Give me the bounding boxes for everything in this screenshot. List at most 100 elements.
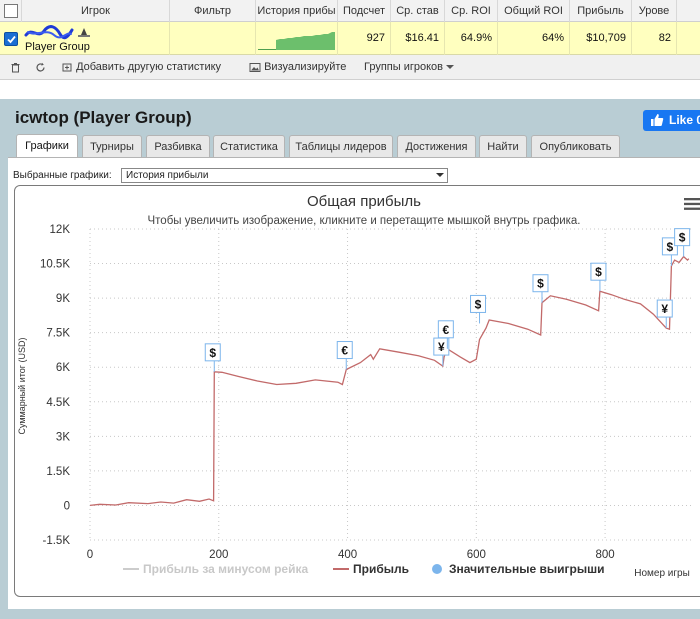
refresh-icon: [36, 62, 45, 72]
image-icon: [249, 62, 261, 72]
profit-chart[interactable]: -1.5K 0 1.5K 3K 4.5K 6K 7.5K 9K 10.5K 12K 0 200 400…: [15, 186, 700, 598]
add-stats-button[interactable]: Добавить другую статистику: [62, 56, 221, 78]
big-win-marker-symbol: $: [475, 297, 482, 311]
legend-big-wins-swatch: [432, 564, 442, 574]
legend-big-wins-label: Значительные выигрыши: [449, 562, 605, 576]
big-win-marker-symbol: €: [341, 344, 348, 358]
tab-publish[interactable]: Опубликовать: [531, 135, 620, 157]
chart-container[interactable]: -1.5K 0 1.5K 3K 4.5K 6K 7.5K 9K 10.5K 12K 0 200 400…: [14, 185, 700, 597]
chart-x-tick-label: 0: [87, 549, 93, 561]
chart-x-tick-label: 200: [209, 549, 228, 561]
chart-y-tick-label: 3K: [56, 431, 70, 443]
chart-y-tick-label: 10.5K: [40, 259, 70, 271]
legend-rake-label: Прибыль за минусом рейка: [143, 562, 308, 576]
selected-charts-label: Выбранные графики:: [13, 170, 112, 181]
trash-icon: [11, 62, 20, 73]
filter-cell[interactable]: [170, 22, 256, 55]
chart-y-tick-label: -1.5K: [43, 535, 71, 547]
profit-sparkline[interactable]: [258, 31, 336, 51]
fb-like-button[interactable]: Like 0: [643, 110, 700, 131]
chart-x-tick-label: 400: [338, 549, 357, 561]
chart-y-tick-label: 4.5K: [46, 397, 70, 409]
big-win-marker-symbol: $: [667, 240, 674, 254]
chart-y-tick-label: 1.5K: [46, 466, 70, 478]
chart-y-axis-label: Суммарный итог (USD): [17, 337, 27, 434]
redacted-scribble-icon: [24, 25, 74, 40]
select-all-checkbox[interactable]: [4, 4, 18, 18]
row-checkbox[interactable]: [4, 32, 18, 46]
avg-stake-cell: $16.41: [391, 22, 445, 55]
tab-tournaments[interactable]: Турниры: [82, 135, 142, 157]
tab-statistics[interactable]: Статистика: [213, 135, 285, 157]
header-player[interactable]: Игрок: [22, 0, 170, 22]
header-filter[interactable]: Фильтр: [170, 0, 256, 22]
chevron-down-icon: [446, 65, 455, 70]
chart-subtitle: Чтобы увеличить изображение, кликните и …: [148, 215, 581, 227]
chart-x-tick-label: 600: [467, 549, 486, 561]
big-win-marker-symbol: €: [442, 323, 449, 337]
header-profit[interactable]: Прибыль: [570, 0, 632, 22]
avg-roi-cell: 64.9%: [445, 22, 498, 55]
header-total-roi[interactable]: Общий ROI: [498, 0, 570, 22]
big-win-marker-symbol: $: [209, 346, 216, 360]
add-stats-icon: [62, 63, 72, 72]
chart-select[interactable]: История прибыли: [121, 168, 448, 183]
page-title: icwtop (Player Group): [15, 108, 192, 127]
chart-y-ticks: -1.5K 0 1.5K 3K 4.5K 6K 7.5K 9K 10.5K 12K: [40, 224, 70, 547]
level-cell: 82: [632, 22, 677, 55]
visualize-button[interactable]: Визуализируйте: [249, 56, 346, 78]
tab-breakdown[interactable]: Разбивка: [146, 135, 210, 157]
chart-series: [89, 255, 690, 507]
fb-like-label: Like 0: [669, 113, 700, 127]
chart-markers: $ € ¥ € $ $ $ ¥ $ $: [204, 228, 691, 372]
chart-x-ticks: 0 200 400 600 800: [87, 549, 615, 561]
profit-cell: $10,709: [570, 22, 632, 55]
tab-leaderboards[interactable]: Таблицы лидеров: [289, 135, 393, 157]
grid-header: Игрок Фильтр История прибы Подсчет Ср. с…: [0, 0, 700, 22]
refresh-button[interactable]: [35, 56, 46, 78]
player-groups-dropdown[interactable]: Группы игроков: [364, 56, 455, 78]
tab-charts[interactable]: Графики: [16, 134, 78, 158]
header-count[interactable]: Подсчет: [338, 0, 391, 22]
profit-series-line: [89, 255, 690, 507]
chart-select-value: История прибыли: [126, 170, 209, 181]
chart-y-tick-label: 12K: [50, 224, 71, 236]
chart-title: Общая прибыль: [307, 193, 421, 210]
chart-y-tick-label: 6K: [56, 362, 70, 374]
header-level[interactable]: Урове: [632, 0, 677, 22]
thumbs-up-icon: [651, 114, 664, 126]
chart-legend: Прибыль за минусом рейка Прибыль Значитель…: [123, 562, 605, 576]
add-stats-label: Добавить другую статистику: [76, 61, 222, 73]
big-win-marker-symbol: $: [679, 231, 686, 245]
delete-button[interactable]: [10, 56, 21, 78]
chart-y-tick-label: 0: [64, 500, 70, 512]
count-cell: 927: [338, 22, 391, 55]
checkmark-icon: [7, 35, 16, 44]
player-group-name: Player Group: [25, 41, 90, 53]
header-history[interactable]: История прибы: [256, 0, 338, 22]
big-win-marker-symbol: $: [595, 265, 602, 279]
grid-toolbar: Добавить другую статистику Визуализируйт…: [0, 56, 700, 78]
big-win-marker-symbol: $: [537, 277, 544, 291]
player-cell[interactable]: Player Group: [22, 22, 170, 55]
header-avg-roi[interactable]: Ср. ROI: [445, 0, 498, 22]
big-win-marker-symbol: ¥: [661, 302, 668, 316]
player-groups-label: Группы игроков: [364, 61, 443, 73]
total-roi-cell: 64%: [498, 22, 570, 55]
chart-y-tick-label: 7.5K: [46, 328, 70, 340]
stats-grid: Игрок Фильтр История прибы Подсчет Ср. с…: [0, 0, 700, 80]
header-avg-stake[interactable]: Ср. став: [391, 0, 445, 22]
table-row[interactable]: Player Group 927 $16.41 64.9% 64% $10,70…: [0, 22, 700, 55]
big-win-marker-symbol: ¥: [438, 340, 445, 354]
chart-y-tick-label: 9K: [56, 293, 70, 305]
tab-achievements[interactable]: Достижения: [397, 135, 476, 157]
header-extra: [677, 0, 700, 22]
legend-profit-label: Прибыль: [353, 562, 409, 576]
header-select-all[interactable]: [0, 0, 22, 22]
chart-x-axis-label: Номер игры: [634, 568, 690, 579]
group-hat-icon: [78, 28, 90, 37]
chevron-down-icon: [436, 173, 444, 177]
tab-search[interactable]: Найти: [479, 135, 527, 157]
chart-menu-icon[interactable]: [684, 197, 700, 211]
chart-x-tick-label: 800: [595, 549, 614, 561]
